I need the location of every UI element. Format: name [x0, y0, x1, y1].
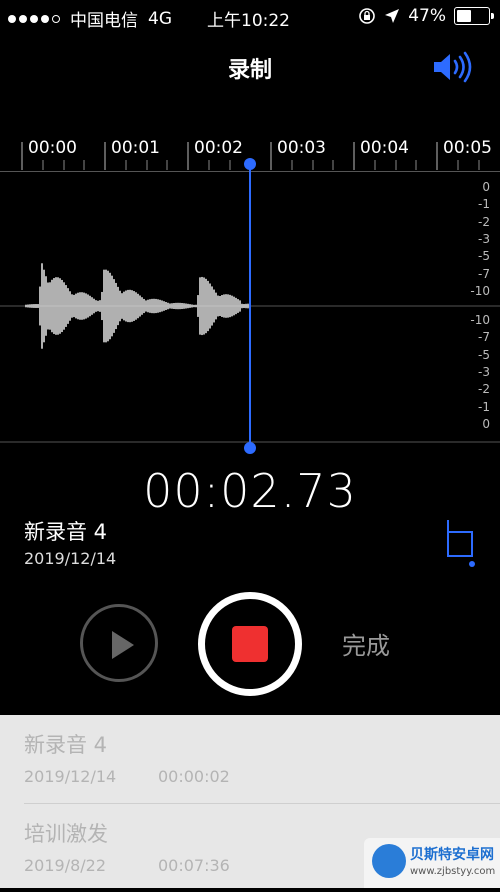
carrier-name: 中国电信: [70, 11, 138, 31]
db-label: 0: [482, 416, 490, 431]
db-label: 0: [482, 180, 490, 194]
location-arrow-icon: [385, 9, 400, 23]
tick-label: 00:04: [360, 138, 409, 158]
status-bar: 中国电信 4G 上午10:22 47%: [0, 0, 500, 34]
tick-label: 00:01: [111, 138, 160, 158]
watermark: 贝斯特安卓网 www.zjbstyy.com: [364, 838, 500, 888]
playhead[interactable]: [244, 158, 256, 454]
db-label: -3: [478, 231, 490, 246]
db-label: -2: [478, 382, 490, 397]
item-duration: 00:00:02: [158, 767, 230, 786]
battery-percent: 47%: [408, 6, 446, 26]
page-title: 录制: [227, 58, 272, 83]
db-label: -7: [478, 330, 490, 345]
recording-name[interactable]: 新录音 4: [24, 516, 107, 546]
battery-icon: [454, 7, 494, 25]
play-button[interactable]: [80, 604, 158, 682]
item-duration: 00:07:36: [158, 856, 230, 875]
network-type: 4G: [148, 8, 172, 29]
done-button[interactable]: 完成: [342, 626, 390, 661]
playhead-bottom-handle[interactable]: [244, 442, 256, 454]
db-label: -3: [478, 364, 490, 379]
tick-label: 00:03: [277, 138, 326, 158]
watermark-url: www.zjbstyy.com: [410, 866, 496, 877]
db-label: -10: [470, 313, 490, 327]
stop-icon: [232, 626, 268, 662]
play-icon: [112, 631, 134, 659]
db-label: -2: [478, 214, 490, 229]
signal-strength-icon: [8, 14, 60, 23]
playhead-top-handle[interactable]: [244, 158, 256, 170]
status-time: 上午10:22: [207, 11, 290, 31]
watermark-title: 贝斯特安卓网: [410, 847, 494, 863]
db-label: -10: [470, 283, 490, 298]
list-item[interactable]: 新录音 4 2019/12/14 00:00:02: [0, 715, 500, 804]
rotation-lock-icon: [359, 8, 376, 24]
speaker-volume-icon[interactable]: [432, 50, 476, 84]
db-label: -1: [478, 399, 490, 414]
item-name: 培训激发: [24, 822, 108, 846]
watermark-logo-icon: [372, 844, 406, 878]
item-date: 2019/12/14: [24, 767, 117, 786]
recording-timer: 00:02.73: [143, 464, 357, 518]
db-label: -7: [478, 266, 490, 281]
db-label: -5: [478, 347, 490, 362]
record-stop-button[interactable]: [198, 592, 302, 696]
trim-icon[interactable]: [442, 518, 476, 568]
tick-label: 00:02: [194, 138, 243, 158]
tick-label: 00:05: [443, 138, 492, 158]
db-label: -1: [478, 197, 490, 212]
item-name: 新录音 4: [24, 733, 108, 757]
db-label: -5: [478, 249, 490, 264]
recording-date: 2019/12/14: [24, 549, 117, 568]
item-date: 2019/8/22: [24, 856, 107, 875]
tick-label: 00:00: [28, 138, 77, 158]
